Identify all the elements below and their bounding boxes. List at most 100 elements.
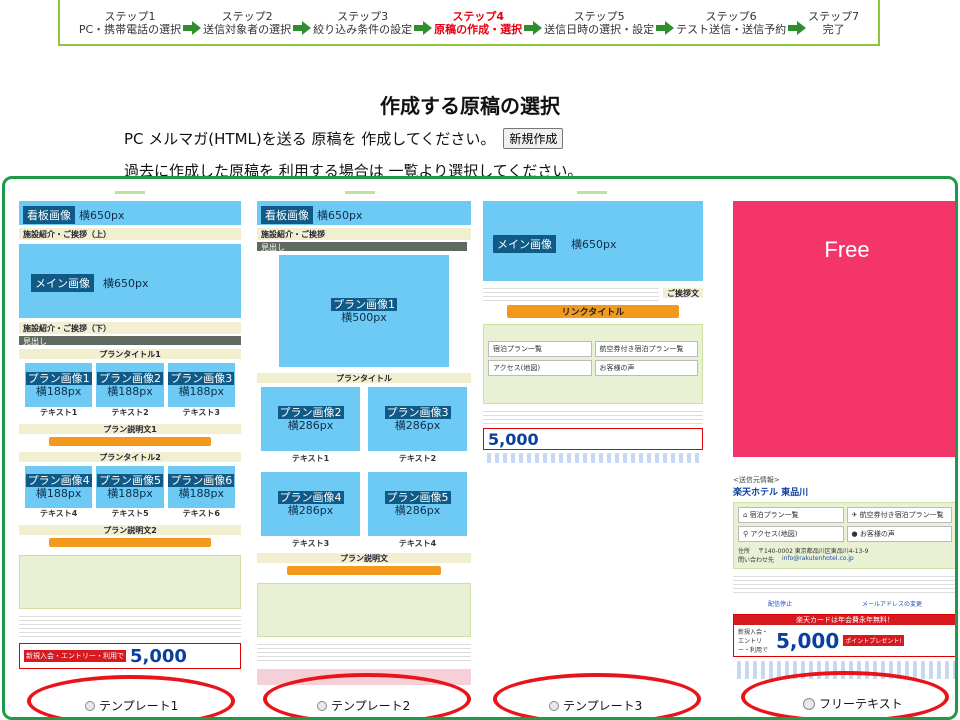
plan-image-name: プラン画像1 [331,298,397,311]
plan-text: テキスト3 [182,408,220,417]
template-3-label: テンプレート3 [563,699,643,713]
free-text-option[interactable]: フリーテキスト [803,695,903,712]
link-title-bar: リンクタイトル [507,305,679,318]
main-label: メイン画像 [493,235,556,253]
voice-label: お客様の声 [859,530,895,538]
plan-image: プラン画像6 横188px [167,466,235,508]
midashi-label: 見出し [261,243,285,252]
template-panel: 看板画像 横650px 施設紹介・ご挨拶（上） メイン画像 横650px 施設紹… [2,176,958,720]
banner-tag: ポイントプレゼント! [843,635,904,646]
air-plan-button: 航空券付き宿泊プラン一覧 [594,341,698,357]
plan-text: テキスト6 [182,509,220,518]
free-text-preview[interactable]: Free [733,201,955,457]
page-title: 作成する原稿の選択 [380,94,560,118]
access-button: アクセス(地図) [488,360,592,376]
step-5: ステップ5 送信日時の選択・設定 [544,10,655,36]
template-2-preview[interactable]: 看板画像 横650px 施設紹介・ご挨拶 見出し プラン画像1 横500px プラ… [257,201,471,685]
address-label: 住所 [738,548,751,555]
plan-image-size: 横188px [35,487,82,500]
plan-grid: プラン画像2 横286px テキスト1 プラン画像3 横286px テキスト2 プラン画… [257,387,471,549]
template-3-option[interactable]: テンプレート3 [549,697,642,714]
plan-image-name: プラン画像5 [384,491,451,504]
kanban-size: 横650px [317,209,363,222]
template-3-preview[interactable]: メイン画像 横650px ご挨拶文 リンクタイトル 宿泊プラン一覧 航空券付き宿… [483,201,703,463]
midashi-bar: 見出し [19,336,241,346]
kanban-size: 横650px [79,209,125,222]
plan-image-size: 横286px [287,419,334,432]
intro-top-label: 施設紹介・ご挨拶（上） [23,229,111,239]
plan-card: プラン画像5 横188px テキスト5 [96,466,164,519]
plan-image-size: 横188px [107,487,153,500]
plan-card: プラン画像2 横188px テキスト2 [96,363,164,418]
plan-image: プラン画像1 横188px [25,363,93,407]
plan-text: テキスト3 [291,539,330,548]
plan-text: テキスト1 [291,454,330,463]
address-value: 〒140-0002 東京都品川区東品川4-13-9 [758,548,869,555]
plan-image-size: 横500px [341,311,387,324]
rakuten-card-banner: 楽天カードは年会費永年無料！ 新規入会・エントリー・利用で 5,000 ポイント… [733,614,955,657]
step-4-current: ステップ4 原稿の作成・選択 [434,10,523,36]
template-1-label: テンプレート1 [99,699,179,713]
plan-desc-1: プラン説明文1 [19,424,241,434]
plan-title-label: プランタイトル [336,373,392,383]
template-2-option[interactable]: テンプレート2 [317,697,410,714]
divider [577,191,607,194]
step-progress-bar: ステップ1 PC・携帯電話の選択 ステップ2 送信対象者の選択 ステップ3 絞り込み条… [58,0,880,46]
radio-button[interactable] [317,700,327,711]
plan-title-2-label: プランタイトル2 [99,452,161,462]
plan-image-name: プラン画像4 [277,491,344,504]
voice-button: ● お客様の声 [846,526,952,542]
plan-card: プラン画像5 横286px テキスト4 [368,472,467,549]
plan-text: テキスト1 [40,408,78,417]
plan-title-2: プランタイトル2 [19,452,241,462]
template-1-preview[interactable]: 看板画像 横650px 施設紹介・ご挨拶（上） メイン画像 横650px 施設紹… [19,201,241,681]
arrow-right-icon [524,21,543,35]
plan-title-1: プランタイトル1 [19,349,241,359]
hotel-info-box [19,555,241,609]
banner-body: 新規入会・エントリー・利用で 5,000 ポイントプレゼント! [734,625,955,656]
plan-image-name: プラン画像4 [25,474,92,487]
arrow-right-icon [414,21,433,35]
plan-image: プラン画像3 横188px [167,363,235,407]
orange-link-bar [49,437,211,446]
plan-image: プラン画像3 横286px [368,387,467,451]
main-image: メイン画像 横650px [483,201,703,281]
sender-info-label: <送信元情報> [733,476,780,484]
plan-card: プラン画像4 横286px テキスト3 [261,472,360,549]
plan-text: テキスト5 [111,509,149,518]
midashi-bar: 見出し [257,242,467,252]
main-size: 横650px [571,238,617,251]
plan-title: プランタイトル [257,373,471,383]
free-text-label: フリーテキスト [819,697,903,711]
template-2-label: テンプレート2 [331,699,411,713]
step-6: ステップ6 テスト送信・送信予約 [676,10,787,36]
plan-text: テキスト2 [398,454,437,463]
main-label: メイン画像 [31,274,94,292]
plan-image-size: 横286px [287,504,334,517]
divider [115,191,145,194]
intro-bottom: 施設紹介・ご挨拶（下） [19,322,241,334]
step-1: ステップ1 PC・携帯電話の選択 [78,10,182,36]
radio-button[interactable] [85,700,95,711]
banner-headline: 楽天カードは年会費永年無料！ [734,615,955,625]
plan-image: プラン画像4 横286px [261,472,360,536]
footer-text [733,573,955,595]
plan-image-name: プラン画像3 [168,372,235,385]
footer-text [483,408,703,424]
free-label: Free [824,237,870,262]
plan-desc-label: プラン説明文 [340,553,388,563]
radio-button[interactable] [549,700,559,711]
plan-desc-1-label: プラン説明文1 [103,424,157,434]
plan-image: プラン画像4 横188px [25,466,93,508]
template-1-option[interactable]: テンプレート1 [85,697,178,714]
greeting-label: ご挨拶文 [663,288,703,298]
new-draft-button[interactable]: 新規作成 [503,128,564,149]
greeting-text [483,285,659,301]
banner-tag: 新規入会・エントリー・利用で [24,650,126,662]
access-label: アクセス(地図) [750,530,798,538]
radio-button[interactable] [803,697,815,710]
contact-label: 問い合わせ先 [738,557,775,564]
contact-row: 問い合わせ先 info@rakutenhotel.co.jp [738,555,952,564]
plan-image-size: 横188px [107,385,153,398]
rakuten-card-banner: 新規入会・エントリー・利用で 5,000 [19,643,241,669]
